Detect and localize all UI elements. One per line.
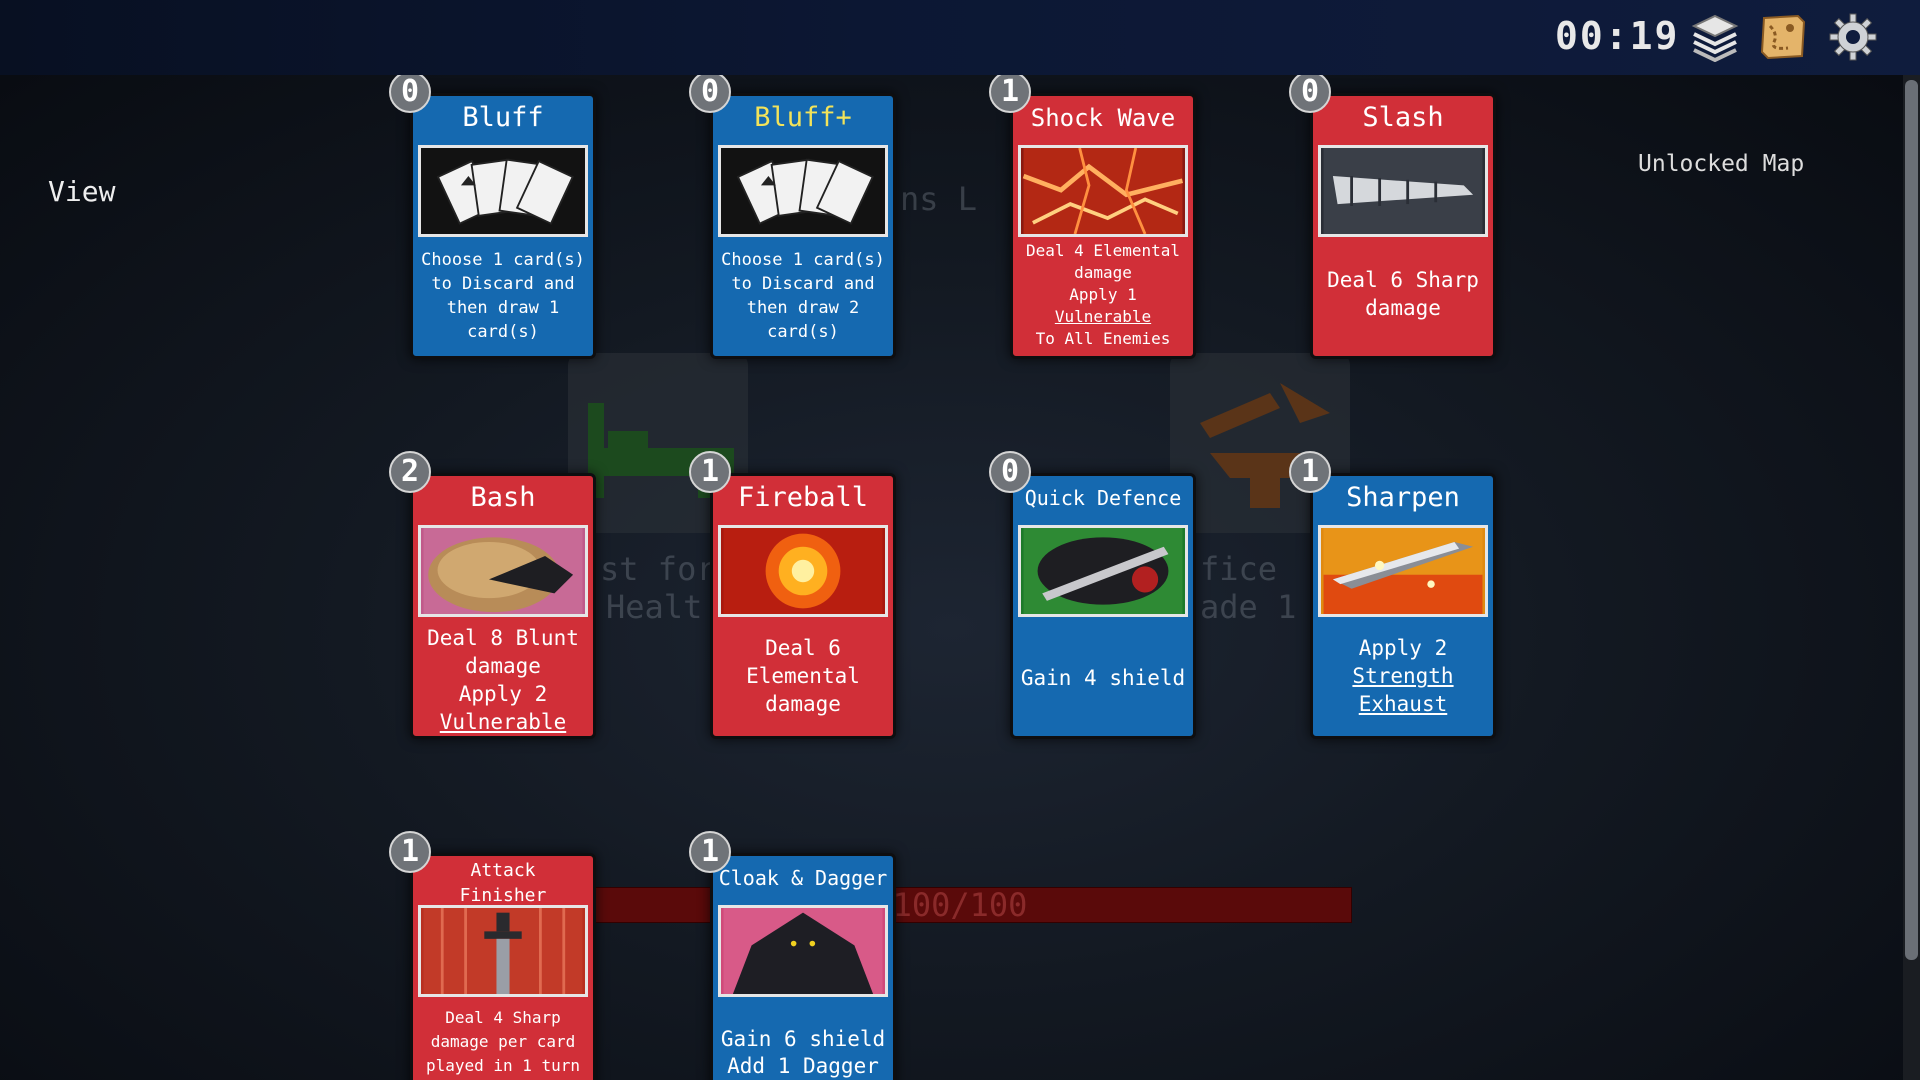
card-desc-line: Vulnerable [1054, 307, 1152, 326]
health-bar: 100/100 [568, 887, 1352, 923]
card-deck-icon[interactable] [1690, 12, 1740, 63]
card-title: Quick Defence [1024, 486, 1182, 510]
card-title: Bluff [462, 102, 544, 133]
card-description: Deal 6 Elemental damage [717, 634, 889, 718]
card-desc-line: Deal 6 [765, 636, 841, 660]
card-desc-line: damage [1074, 263, 1132, 282]
card-desc-line: Choose 1 card(s) [421, 250, 585, 270]
energy-cost-badge: 1 [689, 451, 731, 493]
health-text: 100/100 [892, 886, 1028, 924]
card-view-panel: ns L st for Healt fice ade 1 100/100 Vie… [0, 75, 1903, 1080]
card-desc-line: Add 1 Dagger [727, 1054, 879, 1078]
card-cloak-and-dagger[interactable]: Cloak & Dagger Gain 6 shield Add 1 Dagge… [710, 853, 896, 1080]
card-desc-line: card(s) [467, 322, 539, 342]
card-desc-line: to Discard and [731, 274, 875, 294]
card-bluff-plus[interactable]: Bluff+ Choose 1 card(s) to Discard and t… [710, 93, 896, 359]
card-title: Cloak & Dagger [718, 866, 888, 890]
card-desc-line: damage [1365, 296, 1441, 320]
card-desc-line: then draw 1 [446, 298, 560, 318]
card-desc-line: then draw 2 [746, 298, 860, 318]
card-title: Attack Finisher [459, 860, 547, 906]
run-timer: 00:19 [1555, 14, 1680, 58]
card-description: Choose 1 card(s) to Discard and then dra… [417, 248, 589, 344]
card-desc-line: damage [765, 692, 841, 716]
lightning-art [1018, 145, 1188, 237]
card-slash[interactable]: Slash Deal 6 Sharp damage [1310, 93, 1496, 359]
fire-art [718, 525, 888, 617]
card-desc-line: Deal 8 Blunt [427, 626, 579, 650]
card-title: Bluff+ [754, 102, 852, 133]
card-description: Deal 6 Sharp damage [1317, 266, 1489, 322]
energy-cost-badge: 1 [689, 831, 731, 873]
sword-art [418, 905, 588, 997]
card-description: Gain 6 shield Add 1 Dagger [717, 1026, 889, 1080]
card-desc-line: To All Enemies [1035, 329, 1171, 348]
card-title: Slash [1362, 102, 1444, 133]
card-desc-line: Elemental [746, 664, 860, 688]
cloaked-figure-art [718, 905, 888, 997]
card-shock-wave[interactable]: Shock Wave Deal 4 Elemental damage Apply… [1010, 93, 1196, 359]
view-title: View [48, 175, 116, 208]
card-desc-line: Apply 2 [458, 682, 548, 706]
card-description: Deal 4 Elemental damage Apply 1 Vulnerab… [1017, 240, 1189, 350]
card-sharpen[interactable]: Sharpen Apply 2 Strength Exhaust [1310, 473, 1496, 739]
card-description: Gain 4 shield [1017, 664, 1189, 692]
card-desc-line: Deal 4 Elemental [1025, 241, 1181, 260]
energy-cost-badge: 2 [389, 451, 431, 493]
card-attack-finisher[interactable]: Attack Finisher Deal 4 Sharp damage per … [410, 853, 596, 1080]
card-desc-line: to Discard and [431, 274, 575, 294]
gear-icon[interactable] [1828, 12, 1878, 62]
card-fireball[interactable]: Fireball Deal 6 Elemental damage [710, 473, 896, 739]
card-desc-line: Exhaust [1358, 692, 1448, 716]
card-desc-line: played in 1 turn [425, 1056, 581, 1075]
card-desc-line: Apply 1 [1069, 285, 1137, 304]
card-title: Sharpen [1346, 482, 1460, 513]
card-desc-line: damage per card [430, 1032, 576, 1051]
unlocked-map-label[interactable]: Unlocked Map [1638, 151, 1804, 177]
card-quick-defence[interactable]: Quick Defence Gain 4 shield [1010, 473, 1196, 739]
top-bar: 00:19 [0, 0, 1920, 75]
card-desc-line: Deal 4 Sharp [445, 1008, 561, 1027]
fan-of-cards-art [418, 145, 588, 237]
card-title: Shock Wave [1030, 104, 1176, 132]
bg-map-text: ns L [900, 180, 978, 218]
card-desc-line: Apply 2 [1358, 636, 1448, 660]
sharpen-blade-art [1318, 525, 1488, 617]
blade-slash-art [1318, 145, 1488, 237]
bg-map-text: st for [600, 550, 716, 588]
bg-map-text: Healt [606, 588, 703, 626]
card-description: Choose 1 card(s) to Discard and then dra… [717, 248, 889, 344]
card-bash[interactable]: Bash Deal 8 Blunt damage Apply 2 Vulnera… [410, 473, 596, 739]
energy-cost-badge: 1 [389, 831, 431, 873]
card-title: Fireball [737, 482, 869, 513]
card-desc-line: Strength [1352, 664, 1454, 688]
card-desc-line: Gain 4 shield [1020, 666, 1186, 690]
card-desc-line: Deal 6 Sharp [1327, 268, 1479, 292]
bg-map-text: fice [1200, 550, 1278, 588]
card-description: Apply 2 Strength Exhaust [1317, 634, 1489, 718]
card-desc-line: Gain 6 shield [720, 1027, 886, 1051]
card-description: Deal 4 Sharp damage per card played in 1… [417, 1006, 589, 1078]
card-desc-line: Vulnerable [439, 710, 567, 734]
bg-map-text: ade 1 [1200, 588, 1297, 626]
card-desc-line: Choose 1 card(s) [721, 250, 885, 270]
card-title: Bash [470, 482, 536, 513]
card-desc-line: damage [465, 654, 541, 678]
map-scroll-icon[interactable] [1758, 12, 1808, 62]
scrollbar-thumb[interactable] [1905, 80, 1918, 960]
energy-cost-badge: 0 [989, 451, 1031, 493]
card-description: Deal 8 Blunt damage Apply 2 Vulnerable [417, 624, 589, 736]
card-bluff[interactable]: Bluff Choose 1 card(s) to Discard and th… [410, 93, 596, 359]
card-desc-line: card(s) [767, 322, 839, 342]
shield-sword-art [1018, 525, 1188, 617]
fan-of-cards-art [718, 145, 888, 237]
boulder-art [418, 525, 588, 617]
energy-cost-badge: 1 [1289, 451, 1331, 493]
